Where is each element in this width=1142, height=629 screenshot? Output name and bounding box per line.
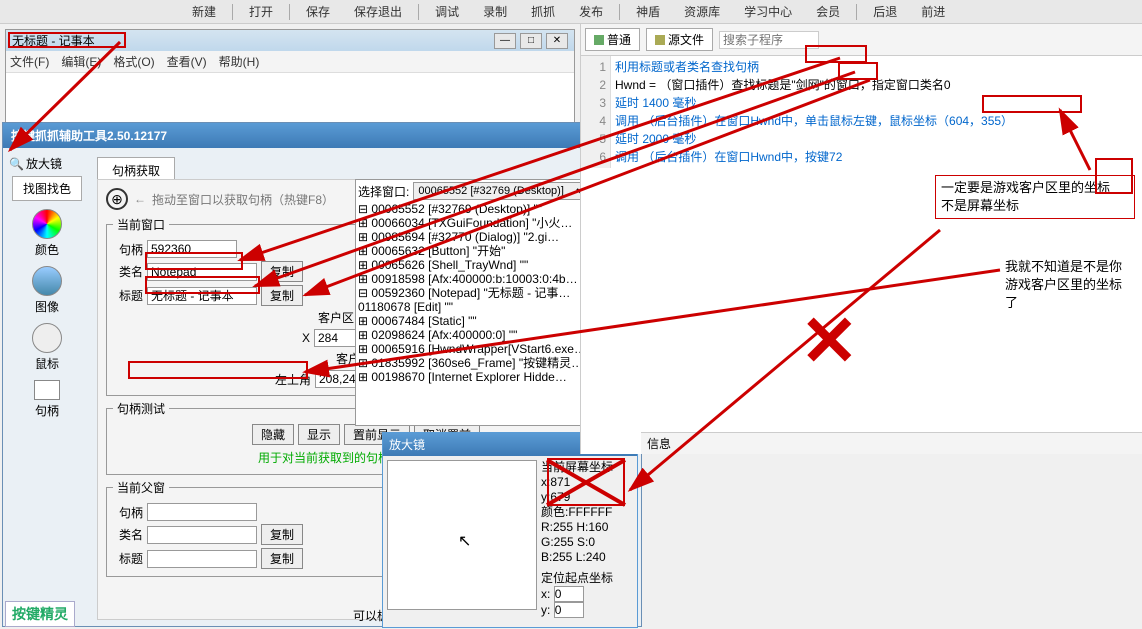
redbox-class xyxy=(145,276,260,294)
close-icon[interactable]: ✕ xyxy=(546,33,568,49)
tb-save[interactable]: 保存 xyxy=(306,3,330,20)
magnifier-preview: ↖ xyxy=(387,460,537,610)
drag-hint: 拖动至窗口以获取句柄（热键F8） xyxy=(152,191,334,208)
tb-grab[interactable]: 抓抓 xyxy=(531,3,555,20)
copy-class-button[interactable]: 复制 xyxy=(261,261,303,282)
cursor-icon: ↖ xyxy=(458,531,471,551)
anchor-y-label: y: xyxy=(541,603,550,617)
app-toolbar: 新建 打开 保存 保存退出 调试 录制 抓抓 发布 神盾 资源库 学习中心 会员… xyxy=(0,0,1142,24)
tb-open[interactable]: 打开 xyxy=(249,3,273,20)
show-button[interactable]: 显示 xyxy=(298,424,340,445)
p-copy-class-button[interactable]: 复制 xyxy=(261,524,303,545)
p-title-label: 标题 xyxy=(113,550,143,567)
p-class-input[interactable] xyxy=(147,526,257,544)
x-label: X xyxy=(302,331,310,345)
mag-r: R:255 H:160 xyxy=(541,520,613,535)
redbox-findhandle xyxy=(805,45,867,63)
code-line-3: 延时 1400 毫秒 xyxy=(615,94,1013,112)
tb-record[interactable]: 录制 xyxy=(483,3,507,20)
tb-new[interactable]: 新建 xyxy=(192,3,216,20)
parent-legend: 当前父窗 xyxy=(113,479,169,496)
tb-member[interactable]: 会员 xyxy=(816,3,840,20)
p-copy-title-button[interactable]: 复制 xyxy=(261,548,303,569)
redbox-handle xyxy=(145,252,243,270)
mouse-icon[interactable] xyxy=(32,323,62,353)
anchor-x-label: x: xyxy=(541,587,550,601)
mouse-label: 鼠标 xyxy=(7,355,87,372)
magnifier-label[interactable]: 放大镜 xyxy=(26,155,62,172)
color-picker-icon[interactable] xyxy=(32,209,62,239)
handle-field-label: 句柄 xyxy=(113,241,143,258)
tb-forward[interactable]: 前进 xyxy=(921,3,945,20)
handle-label: 句柄 xyxy=(7,402,87,419)
maximize-icon[interactable]: □ xyxy=(520,33,542,49)
anchor-label: 定位起点坐标 xyxy=(541,571,613,586)
tb-shield[interactable]: 神盾 xyxy=(636,3,660,20)
find-image-button[interactable]: 找图找色 xyxy=(12,176,82,201)
anchor-x-input[interactable] xyxy=(554,586,584,602)
p-class-label: 类名 xyxy=(113,526,143,543)
window-select[interactable]: 00065552 [#32769 (Desktop)] xyxy=(413,182,590,200)
image-icon[interactable] xyxy=(32,266,62,296)
annotation-box-2: 我就不知道是不是你游戏客户区里的坐标了 xyxy=(1000,255,1135,315)
mag-color: 颜色:FFFFFF xyxy=(541,505,613,520)
code-line-5: 延时 2000 毫秒 xyxy=(615,130,1013,148)
p-handle-input[interactable] xyxy=(147,503,257,521)
tb-save-exit[interactable]: 保存退出 xyxy=(354,3,402,20)
redbox-jianwang xyxy=(838,62,878,80)
red-cross-1: ✕ xyxy=(800,300,859,382)
p-handle-label: 句柄 xyxy=(113,504,143,521)
mag-g: G:255 S:0 xyxy=(541,535,613,550)
class-field-label: 类名 xyxy=(113,263,143,280)
redbox-screenpos xyxy=(547,458,625,506)
title-field-label: 标题 xyxy=(113,287,143,304)
menu-view[interactable]: 查看(V) xyxy=(167,53,207,70)
menu-edit[interactable]: 编辑(E) xyxy=(61,53,101,70)
menu-file[interactable]: 文件(F) xyxy=(10,53,49,70)
select-window-label: 选择窗口: xyxy=(358,183,409,200)
tb-back[interactable]: 后退 xyxy=(873,3,897,20)
menu-help[interactable]: 帮助(H) xyxy=(219,53,260,70)
menu-format[interactable]: 格式(O) xyxy=(113,53,154,70)
image-label: 图像 xyxy=(7,298,87,315)
code-editor-panel: 普通 源文件 123456 利用标题或者类名查找句柄 Hwnd = （窗口插件）… xyxy=(580,24,1142,454)
handle-test-legend: 句柄测试 xyxy=(113,400,169,417)
tb-learn[interactable]: 学习中心 xyxy=(744,3,792,20)
copy-title-button[interactable]: 复制 xyxy=(261,285,303,306)
code-line-4: 调用 （后台插件）在窗口Hwnd中，单击鼠标左键，鼠标坐标（604，355） xyxy=(615,112,1013,130)
tab-source-icon xyxy=(655,35,665,45)
hide-button[interactable]: 隐藏 xyxy=(252,424,294,445)
search-icon: 🔍 xyxy=(9,157,24,171)
tb-debug[interactable]: 调试 xyxy=(435,3,459,20)
p-title-input[interactable] xyxy=(147,550,257,568)
redbox-right xyxy=(1095,158,1133,194)
tool-titlebar[interactable]: 按键抓抓辅助工具2.50.12177 xyxy=(3,123,641,148)
anchor-y-input[interactable] xyxy=(554,602,584,618)
code-line-6: 调用 （后台插件）在窗口Hwnd中，按键72 xyxy=(615,148,1013,166)
handle-icon[interactable] xyxy=(34,380,60,400)
mag-b: B:255 L:240 xyxy=(541,550,613,565)
crosshair-icon[interactable]: ⊕ xyxy=(106,188,128,210)
redbox-coord xyxy=(982,95,1082,113)
tab-normal[interactable]: 普通 xyxy=(585,28,640,51)
redbox-title xyxy=(8,32,126,48)
code-content[interactable]: 利用标题或者类名查找句柄 Hwnd = （窗口插件）查找标题是"剑网"的窗口，指… xyxy=(611,56,1017,168)
tb-publish[interactable]: 发布 xyxy=(579,3,603,20)
tab-normal-icon xyxy=(594,35,604,45)
code-line-2: Hwnd = （窗口插件）查找标题是"剑网"的窗口，指定窗口类名0 xyxy=(615,76,1013,94)
color-label: 颜色 xyxy=(7,241,87,258)
tool-sidebar: 🔍放大镜 找图找色 颜色 图像 鼠标 句柄 xyxy=(7,151,87,427)
redbox-xy xyxy=(128,361,308,379)
tb-resource[interactable]: 资源库 xyxy=(684,3,720,20)
tab-source[interactable]: 源文件 xyxy=(646,28,713,51)
app-logo: 按键精灵 xyxy=(5,601,75,627)
info-bar: 信息 xyxy=(641,432,1142,454)
minimize-icon[interactable]: — xyxy=(494,33,516,49)
cur-window-legend: 当前窗口 xyxy=(113,216,169,233)
notepad-menu: 文件(F) 编辑(E) 格式(O) 查看(V) 帮助(H) xyxy=(6,51,574,73)
line-gutter: 123456 xyxy=(581,56,611,168)
